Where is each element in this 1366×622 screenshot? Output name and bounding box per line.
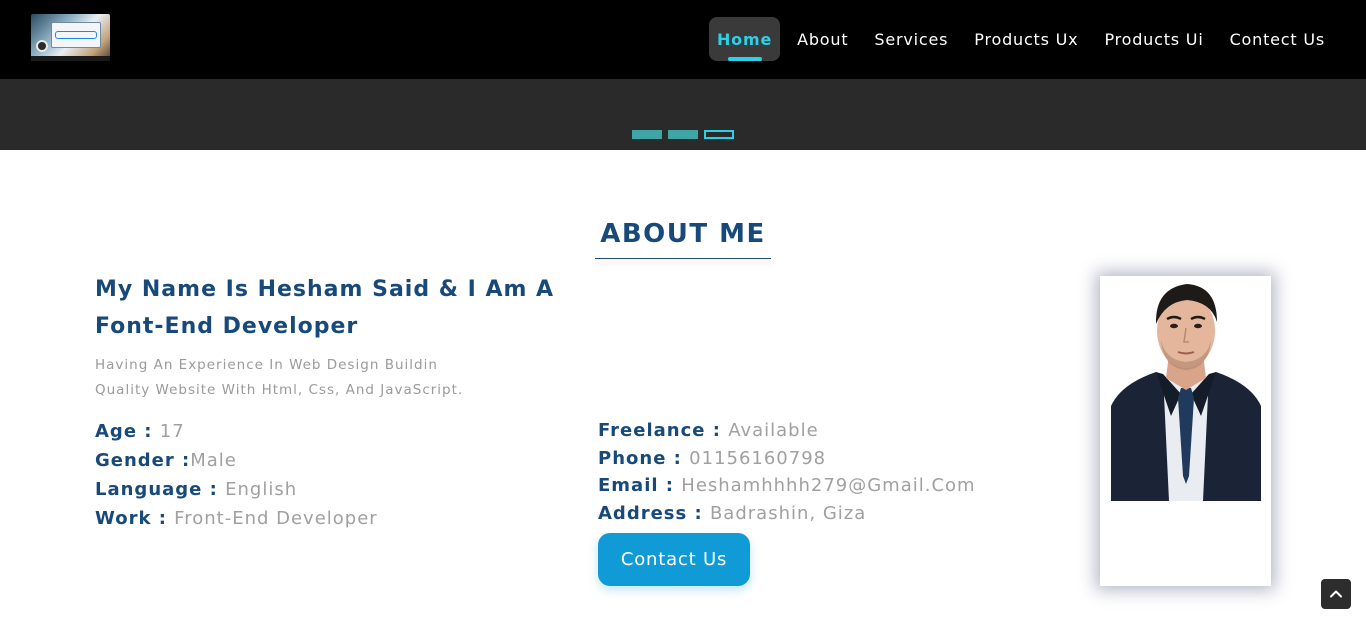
info-label: Phone : — [598, 447, 690, 469]
personal-info-right: Freelance : Available Phone : 0115616079… — [598, 417, 976, 527]
logo-screen-graphic — [51, 22, 101, 48]
info-row-age: Age : 17 — [95, 417, 378, 446]
nav-item-about[interactable]: About — [788, 17, 857, 61]
personal-info-left: Age : 17 Gender :Male Language : English… — [95, 417, 378, 533]
info-label: Freelance : — [598, 420, 729, 441]
navbar: Home About Services Products Ux Products… — [0, 0, 1366, 79]
info-row-phone: Phone : 01156160798 — [598, 445, 976, 473]
info-label: Address : — [598, 502, 710, 524]
contact-us-button[interactable]: Contact Us — [598, 533, 750, 586]
info-row-language: Language : English — [95, 475, 378, 504]
info-row-work: Work : Front-End Developer — [95, 504, 378, 533]
info-value: Available — [728, 420, 819, 441]
info-label: Language : — [95, 479, 226, 500]
nav-item-products-ui[interactable]: Products Ui — [1095, 17, 1212, 61]
hero-carousel — [0, 79, 1366, 150]
profile-card — [1100, 276, 1271, 586]
info-label: Email : — [598, 475, 682, 496]
info-value: English — [225, 479, 298, 500]
about-headline-line-2: Font-End Developer — [95, 314, 359, 339]
site-logo[interactable] — [31, 14, 110, 61]
nav-item-products-ux[interactable]: Products Ux — [965, 17, 1087, 61]
about-headline: My Name Is Hesham Said & I Am A Font-End… — [95, 271, 595, 345]
chevron-up-icon — [1330, 590, 1342, 598]
info-row-gender: Gender :Male — [95, 446, 378, 475]
about-description-line-1: Having An Experience In Web Design Build… — [95, 357, 438, 373]
info-value: Front-End Developer — [174, 508, 378, 529]
info-value: Heshamhhhh279@Gmail.Com — [681, 475, 976, 496]
info-value: 01156160798 — [689, 447, 827, 469]
info-row-freelance: Freelance : Available — [598, 417, 976, 445]
carousel-indicator-3[interactable] — [704, 130, 734, 139]
nav-item-contact-us[interactable]: Contect Us — [1221, 17, 1334, 61]
info-label: Gender : — [95, 450, 191, 471]
nav-item-home[interactable]: Home — [708, 17, 781, 61]
section-title: ABOUT ME — [600, 219, 766, 249]
info-value: Badrashin, Giza — [709, 502, 867, 524]
logo-keyboard-graphic — [31, 56, 110, 61]
info-label: Work : — [95, 508, 175, 529]
info-row-email: Email : Heshamhhhh279@Gmail.Com — [598, 472, 976, 500]
scroll-to-top-button[interactable] — [1321, 579, 1351, 609]
carousel-indicator-1[interactable] — [632, 130, 662, 139]
profile-photo — [1111, 276, 1261, 501]
nav-item-services[interactable]: Services — [865, 17, 957, 61]
carousel-indicator-2[interactable] — [668, 130, 698, 139]
about-headline-line-1: My Name Is Hesham Said & I Am A — [95, 277, 555, 302]
about-description-line-2: Quality Website With Html, Css, And Java… — [95, 382, 464, 398]
info-row-address: Address : Badrashin, Giza — [598, 500, 976, 528]
main-nav: Home About Services Products Ux Products… — [708, 17, 1334, 61]
info-value: Male — [190, 450, 237, 471]
about-description: Having An Experience In Web Design Build… — [95, 353, 515, 403]
info-value: 17 — [159, 421, 185, 442]
logo-cup-graphic — [36, 40, 48, 52]
title-underline — [595, 258, 771, 259]
info-label: Age : — [95, 421, 160, 442]
carousel-indicators — [632, 130, 734, 139]
